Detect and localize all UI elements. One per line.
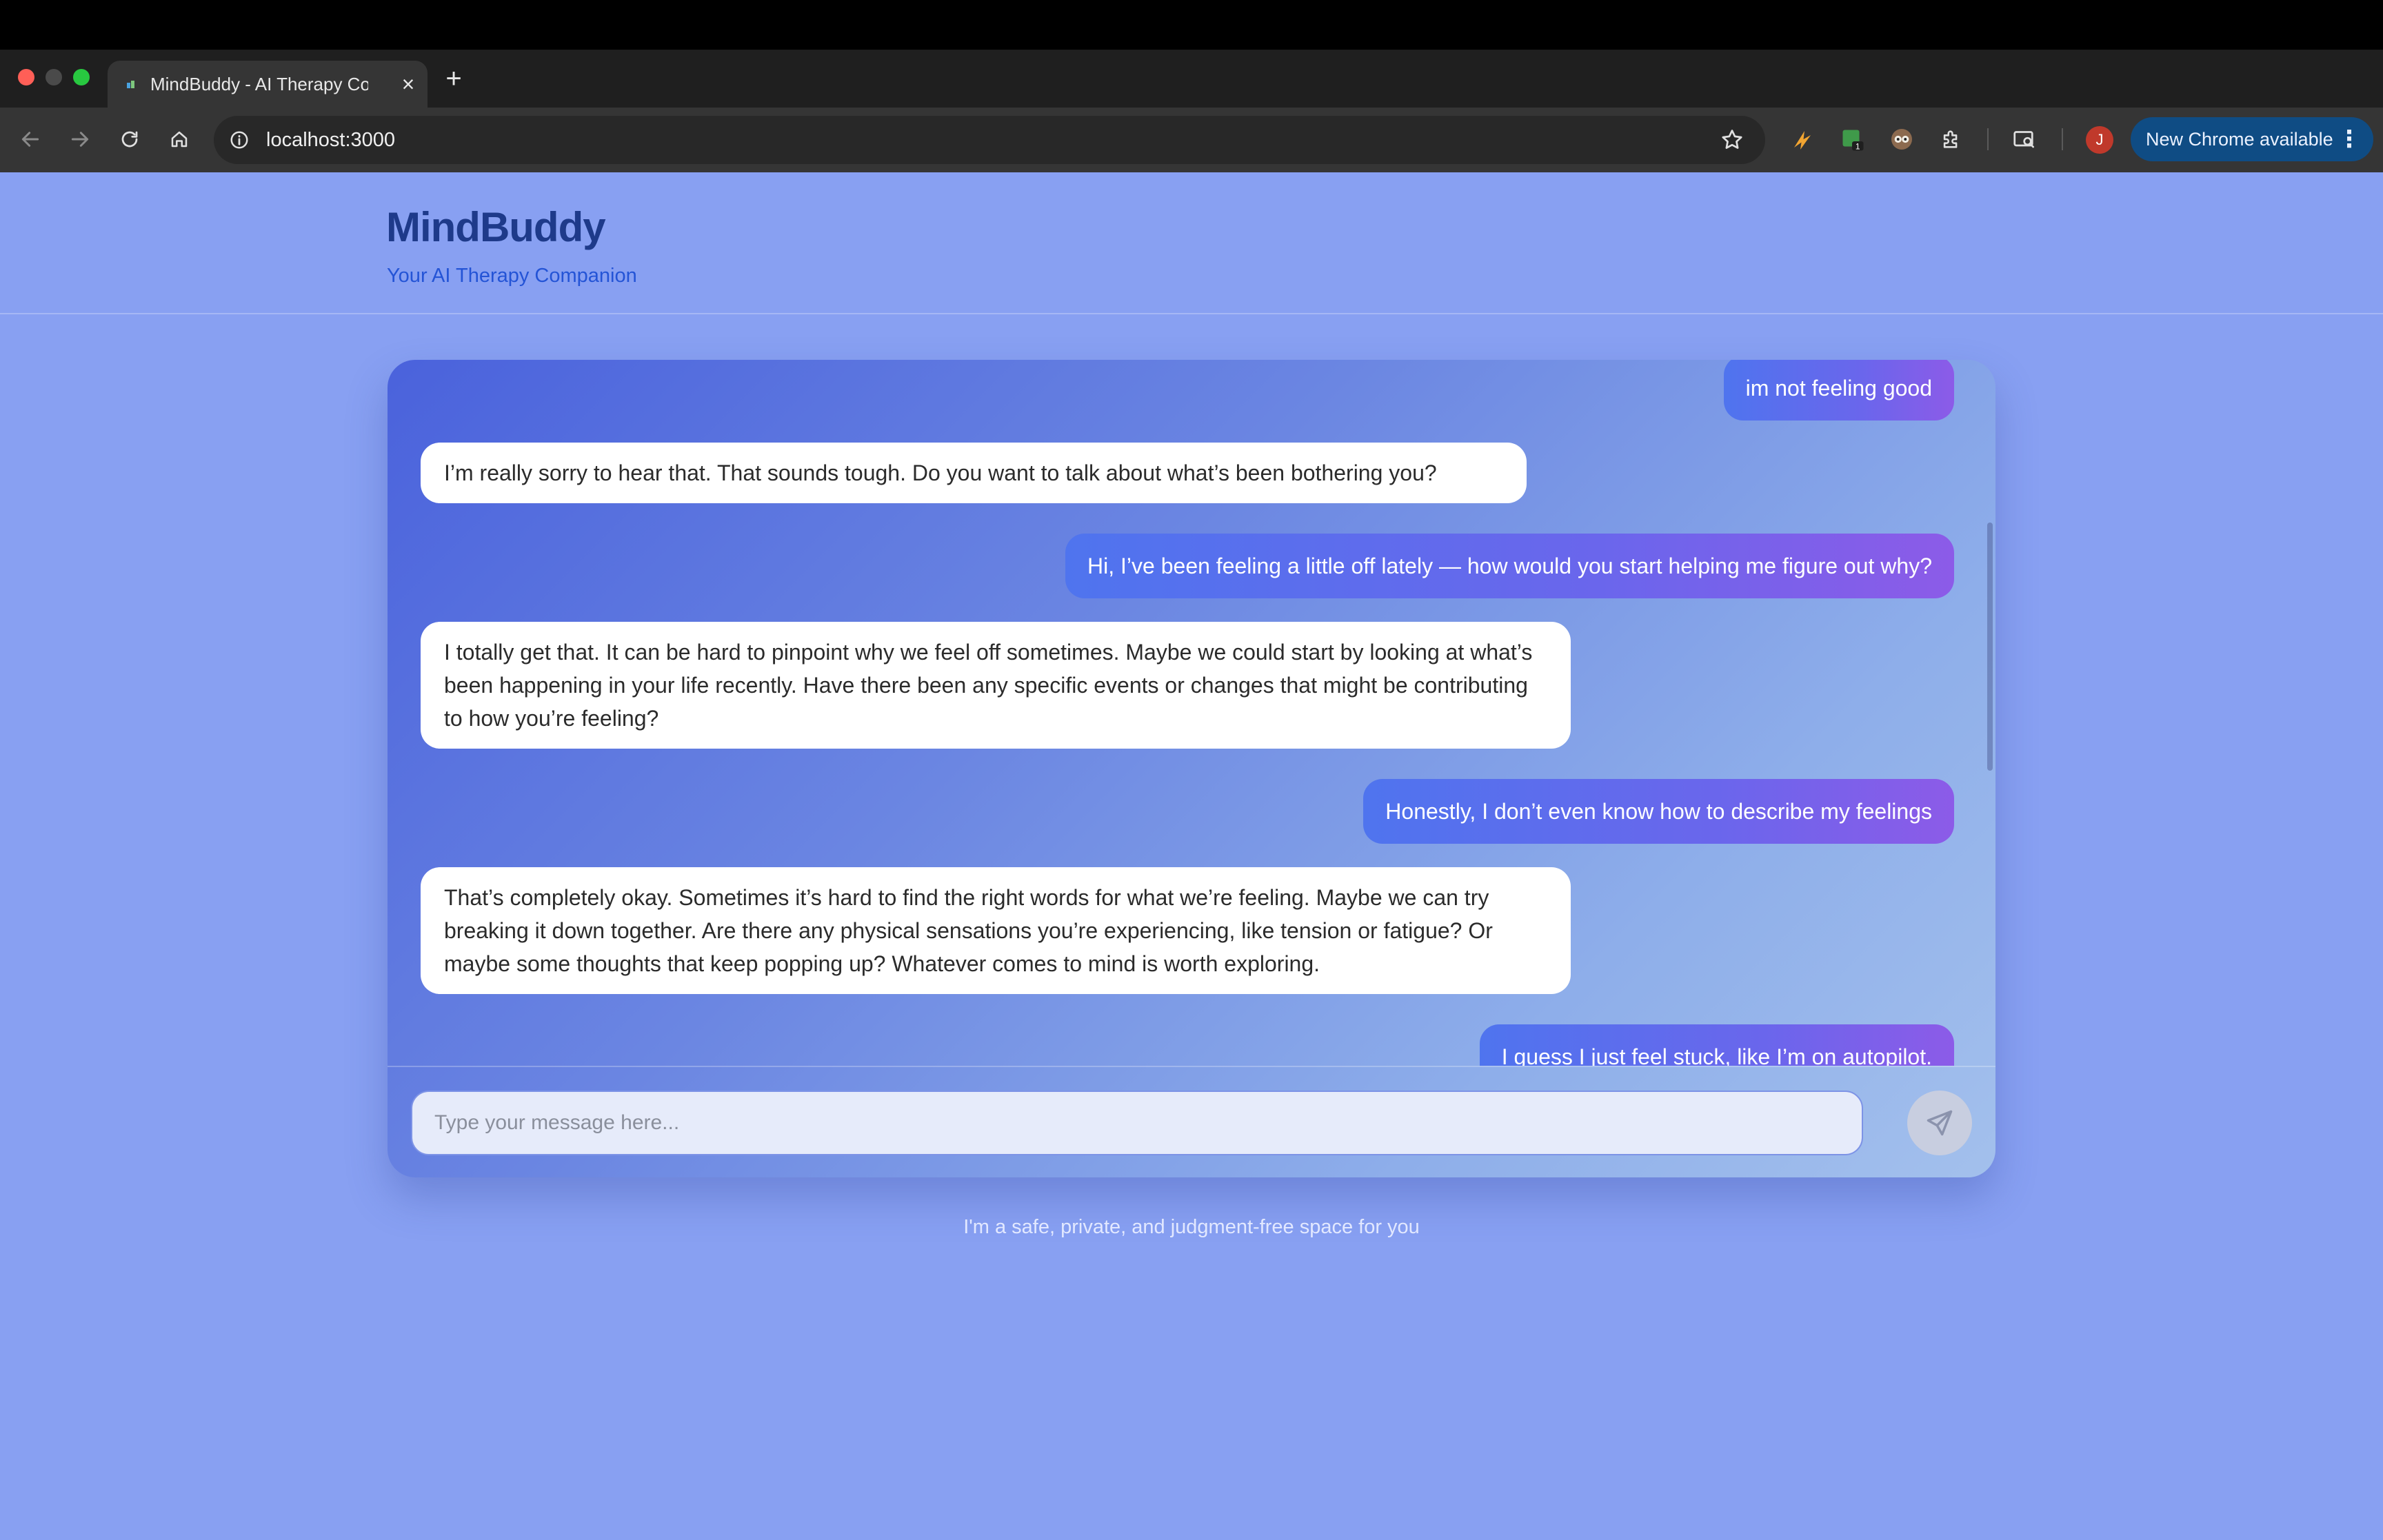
extension-green-icon: 1 [1842, 130, 1864, 151]
app-tagline: Your AI Therapy Companion [387, 265, 637, 287]
profile-avatar[interactable]: J [2086, 126, 2113, 154]
extension-owl-button[interactable] [1887, 124, 1917, 154]
window-maximize-button[interactable] [73, 69, 90, 85]
url-text[interactable]: localhost:3000 [266, 128, 395, 152]
tab-search-button[interactable] [2009, 124, 2040, 154]
back-icon [21, 132, 39, 147]
new-tab-button[interactable]: + [439, 63, 469, 94]
privacy-note: I'm a safe, private, and judgment-free s… [963, 1216, 1420, 1238]
toolbar-divider [2062, 128, 2063, 150]
extension-green-button[interactable]: 1 [1837, 124, 1867, 154]
tab-search-icon [2013, 131, 2034, 148]
favicon-icon [127, 81, 134, 88]
address-bar[interactable]: localhost:3000 [214, 116, 1765, 164]
puzzle-icon [1943, 130, 1958, 148]
info-icon[interactable] [229, 130, 250, 150]
extension-lightning-icon [1794, 131, 1811, 150]
send-button[interactable] [1907, 1091, 1972, 1155]
window-close-button[interactable] [18, 69, 34, 85]
extension-lightning-button[interactable] [1787, 124, 1818, 154]
forward-icon [71, 132, 89, 147]
screen-top-bar [0, 0, 2383, 50]
reload-icon [121, 131, 138, 148]
assistant-message: I’m really sorry to hear that. That soun… [421, 443, 1527, 503]
tab-title: MindBuddy - AI Therapy Companion [150, 74, 368, 94]
home-button[interactable] [161, 121, 197, 157]
assistant-message: I totally get that. It can be hard to pi… [421, 622, 1571, 749]
assistant-message: That’s completely okay. Sometimes it’s h… [421, 867, 1571, 994]
composer [388, 1066, 1995, 1177]
app-header: MindBuddy Your AI Therapy Companion [0, 172, 2383, 314]
home-icon [171, 131, 188, 148]
user-message: Honestly, I don’t even know how to descr… [1363, 779, 1954, 844]
user-message: I guess I just feel stuck, like I’m on a… [1479, 1024, 1954, 1066]
extensions-menu-button[interactable] [1936, 124, 1967, 154]
message-list[interactable]: im not feeling good I’m really sorry to … [388, 360, 1995, 1066]
forward-button[interactable] [62, 121, 98, 157]
user-message: im not feeling good [1723, 360, 1954, 421]
more-menu-icon[interactable]: ⋮ [2337, 117, 2361, 161]
chat-panel: im not feeling good I’m really sorry to … [388, 360, 1995, 1177]
extension-badge: 1 [1856, 141, 1860, 151]
window-minimize-button[interactable] [46, 69, 62, 85]
tab-close-button[interactable]: × [396, 72, 421, 97]
update-label: New Chrome available [2146, 129, 2333, 150]
chrome-update-button[interactable]: New Chrome available ⋮ [2131, 117, 2373, 161]
browser-tab[interactable]: MindBuddy - AI Therapy Companion × [108, 61, 428, 108]
message-scrollbar[interactable] [1987, 523, 1993, 771]
app-title: MindBuddy [386, 204, 606, 250]
send-icon [1927, 1110, 1953, 1136]
extension-owl-icon [1891, 129, 1912, 150]
user-message: Hi, I’ve been feeling a little off latel… [1065, 534, 1954, 598]
message-input[interactable] [411, 1091, 1863, 1155]
star-icon[interactable] [1720, 128, 1744, 152]
back-button[interactable] [12, 121, 48, 157]
reload-button[interactable] [112, 121, 148, 157]
toolbar-divider [1987, 128, 1989, 150]
